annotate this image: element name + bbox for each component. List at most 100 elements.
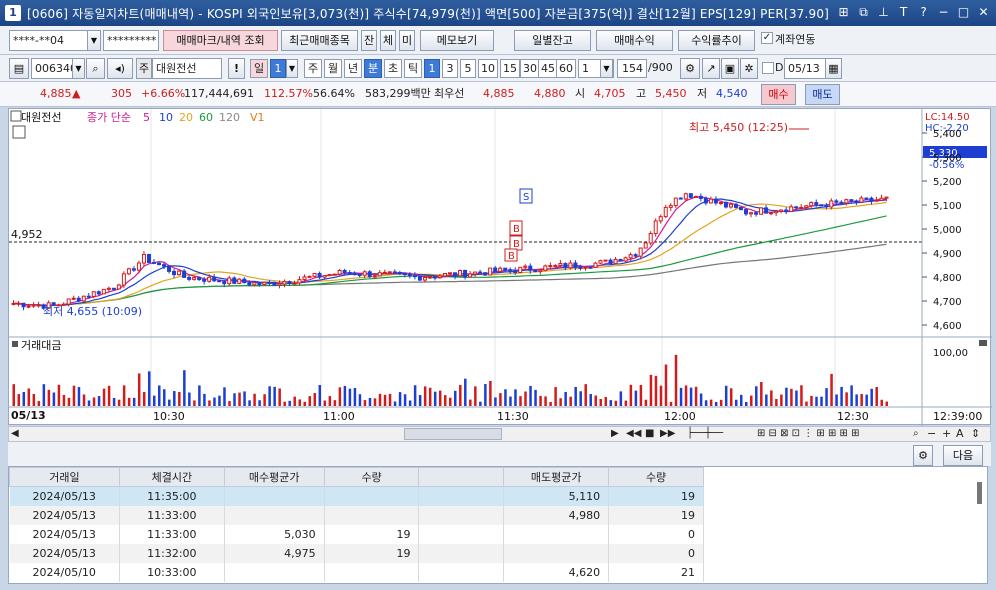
column-header[interactable]: 체결시간 [118, 467, 225, 487]
buy-button[interactable]: 매수 [761, 84, 796, 105]
forward-icon[interactable]: ▶▶ [660, 425, 675, 443]
save-icon[interactable]: ▣ [721, 58, 739, 79]
memo-button[interactable]: 메모보기 [420, 30, 494, 51]
expand-icon[interactable]: ⇕ [971, 425, 980, 443]
rewind-icon[interactable]: ◀◀ [626, 425, 641, 443]
chart-menu-icon[interactable] [10, 110, 22, 122]
calendar-icon[interactable]: ▦ [825, 58, 842, 79]
chart-tools-icon[interactable]: ⊞ ⊟ ⊠ ⊡ ⋮ ⊞ ⊞ ⊞ ⊞ [757, 425, 859, 443]
chevron-down-icon[interactable]: ▼ [87, 30, 101, 51]
account-link-checkbox[interactable]: ✓ [761, 32, 773, 44]
table-row[interactable]: 2024/05/10 10:33:00 4,620 21 [9, 562, 704, 582]
candle-body [312, 272, 317, 277]
scroll-thumb[interactable] [404, 428, 502, 440]
table-row[interactable]: 2024/05/13 11:33:00 5,030 19 0 [9, 524, 704, 544]
sell-button[interactable]: 매도 [805, 84, 840, 105]
interval-10[interactable]: 10 [478, 59, 498, 78]
indicator-icon[interactable]: ⚙ [680, 58, 700, 79]
zoom-in-icon[interactable]: + [942, 425, 951, 443]
filter-che-button[interactable]: 체 [380, 30, 396, 51]
column-header[interactable]: 매도평균가 [503, 467, 610, 487]
font-size-icon[interactable]: T [895, 4, 912, 21]
table-scrollbar[interactable] [977, 482, 982, 504]
help-icon[interactable]: ? [915, 4, 932, 21]
volume-bar [433, 391, 437, 406]
trade-history-table: 거래일 체결시간 매수평균가 수량 매도평균가 수량 2024/05/13 11:35:00… [8, 466, 988, 584]
column-header[interactable]: 수량 [323, 467, 420, 487]
alert-icon[interactable]: ! [228, 58, 245, 79]
x-tick-label: 12:39:00 [933, 410, 982, 423]
volume-bar [579, 391, 582, 406]
daily-balance-button[interactable]: 일별잔고 [514, 30, 591, 51]
zoom-slider-icon[interactable]: ├──┼── [687, 425, 723, 443]
grid-icon[interactable]: ▤ [9, 58, 29, 79]
period-minute-button[interactable]: 분 [364, 59, 382, 78]
volume-pane-close-icon[interactable] [979, 340, 987, 346]
trade-mark-query-button[interactable]: 매매마크/내역 조회 [163, 30, 278, 51]
password-field[interactable]: ********* [103, 30, 159, 51]
interval-45[interactable]: 45 [538, 59, 558, 78]
day-count-dropdown-icon[interactable]: ▼ [286, 59, 298, 78]
code-dropdown-icon[interactable]: ▼ [72, 58, 85, 79]
table-row[interactable]: 2024/05/13 11:35:00 5,110 19 [9, 486, 704, 506]
interval-60[interactable]: 60 [556, 59, 576, 78]
date-input[interactable]: 05/13 [784, 58, 826, 79]
candle-body [322, 275, 327, 278]
volume-pane-title: 거래대금 [21, 339, 61, 352]
zoom-out-icon[interactable]: − [927, 425, 936, 443]
trade-profit-button[interactable]: 매매수익 [596, 30, 673, 51]
recent-trades-button[interactable]: 최근매매종목 [281, 30, 358, 51]
profit-trend-button[interactable]: 수익률추이 [678, 30, 755, 51]
settings-icon[interactable]: ✲ [740, 58, 758, 79]
column-header[interactable]: 거래일 [9, 467, 120, 487]
period-month-button[interactable]: 월 [324, 59, 342, 78]
interval-30[interactable]: 30 [520, 59, 540, 78]
grid-toggle-icon[interactable] [12, 125, 26, 139]
table-cell [418, 562, 505, 582]
chart-area[interactable]: S B B B 최고 5,450 (12:25) 최저 4,655 (10:09… [8, 108, 992, 426]
next-button[interactable]: 다음 [943, 445, 983, 466]
interval-1[interactable]: 1 [424, 59, 440, 78]
column-header[interactable]: 수량 [608, 467, 704, 487]
table-row[interactable]: 2024/05/13 11:32:00 4,975 19 0 [9, 543, 704, 563]
scroll-left-icon[interactable]: ◀ [11, 425, 19, 443]
interval-3[interactable]: 3 [442, 59, 458, 78]
period-day-count[interactable]: 1 [270, 59, 286, 78]
column-header[interactable] [418, 467, 505, 487]
period-year-button[interactable]: 년 [344, 59, 362, 78]
volume-bar [72, 385, 76, 406]
interval-5[interactable]: 5 [460, 59, 476, 78]
minimize-icon[interactable]: − [935, 4, 952, 21]
period-tick-button[interactable]: 틱 [404, 59, 422, 78]
search-icon[interactable]: ⌕ [86, 58, 105, 79]
filter-jan-button[interactable]: 잔 [361, 30, 377, 51]
account-select[interactable]: ****-**04 [9, 30, 99, 51]
column-header[interactable]: 매수평균가 [223, 467, 325, 487]
stock-code-input[interactable]: 006340 [31, 58, 77, 79]
period-day-button[interactable]: 일 [250, 59, 268, 78]
speaker-icon[interactable]: ◂) [107, 58, 133, 79]
stock-name-field[interactable]: 대원전선 [152, 58, 222, 79]
period-second-button[interactable]: 초 [384, 59, 402, 78]
link-icon[interactable]: ⊞ [835, 4, 852, 21]
price-chart[interactable]: S B B B 최고 5,450 (12:25) 최저 4,655 (10:09… [9, 109, 992, 426]
copy-window-icon[interactable]: ⧉ [855, 4, 872, 21]
date-checkbox[interactable] [762, 62, 774, 74]
table-cell: 11:33:00 [119, 524, 225, 544]
table-row[interactable]: 2024/05/13 11:33:00 4,980 19 [9, 505, 704, 525]
close-icon[interactable]: ✕ [975, 4, 992, 21]
pin-icon[interactable]: ⊥ [875, 4, 892, 21]
volume-bar [92, 397, 96, 406]
maximize-icon[interactable]: □ [955, 4, 972, 21]
filter-mi-button[interactable]: 미 [399, 30, 415, 51]
interval-15[interactable]: 15 [500, 59, 520, 78]
magnify-icon[interactable]: ⌕ [913, 425, 919, 443]
interval-count-dropdown-icon[interactable]: ▼ [600, 59, 613, 78]
stop-icon[interactable]: ■ [645, 425, 654, 443]
scroll-right-icon[interactable]: ▶ [611, 425, 619, 443]
table-settings-icon[interactable]: ⚙ [913, 445, 933, 466]
data-count-input[interactable]: 154 [617, 59, 647, 78]
font-icon[interactable]: A [956, 425, 964, 443]
draw-tool-icon[interactable]: ↗ [702, 58, 720, 79]
period-week-button[interactable]: 주 [304, 59, 322, 78]
